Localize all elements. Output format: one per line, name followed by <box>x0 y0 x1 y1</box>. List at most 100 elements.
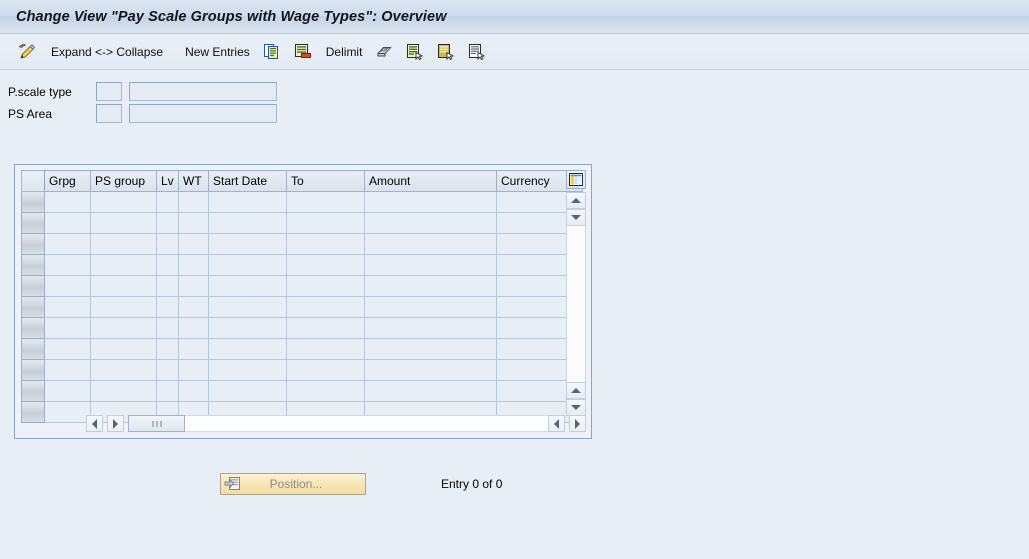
table-cell[interactable] <box>156 212 179 234</box>
table-row[interactable] <box>21 254 583 276</box>
table-cell[interactable] <box>208 338 287 360</box>
table-cell[interactable] <box>156 254 179 276</box>
scroll-left-button-right-group[interactable] <box>548 415 565 432</box>
select-all-header[interactable] <box>21 170 45 192</box>
table-cell[interactable] <box>178 191 209 213</box>
table-row[interactable] <box>21 275 583 297</box>
table-cell[interactable] <box>44 191 91 213</box>
table-cell[interactable] <box>178 317 209 339</box>
table-row[interactable] <box>21 359 583 381</box>
table-cell[interactable] <box>208 359 287 381</box>
scroll-down-button[interactable] <box>566 399 586 416</box>
table-cell[interactable] <box>364 191 497 213</box>
table-cell[interactable] <box>364 212 497 234</box>
table-cell[interactable] <box>208 191 287 213</box>
table-cell[interactable] <box>156 275 179 297</box>
table-cell[interactable] <box>286 275 365 297</box>
new-entries-button[interactable]: New Entries <box>181 39 254 65</box>
row-selector[interactable] <box>21 233 45 255</box>
table-cell[interactable] <box>90 359 157 381</box>
scroll-up-button[interactable] <box>566 192 586 209</box>
table-cell[interactable] <box>44 296 91 318</box>
delimit-button[interactable]: Delimit <box>322 39 367 65</box>
table-cell[interactable] <box>90 317 157 339</box>
table-cell[interactable] <box>286 338 365 360</box>
table-cell[interactable] <box>44 338 91 360</box>
scroll-right-button-left-group[interactable] <box>107 415 124 432</box>
table-row[interactable] <box>21 380 583 402</box>
table-cell[interactable] <box>286 317 365 339</box>
table-cell[interactable] <box>156 317 179 339</box>
table-cell[interactable] <box>178 359 209 381</box>
table-cell[interactable] <box>364 254 497 276</box>
table-cell[interactable] <box>156 233 179 255</box>
table-cell[interactable] <box>90 380 157 402</box>
table-row[interactable] <box>21 317 583 339</box>
column-header-to[interactable]: To <box>286 170 365 192</box>
scroll-left-button[interactable] <box>86 415 103 432</box>
column-header-amount[interactable]: Amount <box>364 170 497 192</box>
table-cell[interactable] <box>90 191 157 213</box>
table-cell[interactable] <box>208 296 287 318</box>
table-row[interactable] <box>21 338 583 360</box>
table-cell[interactable] <box>90 233 157 255</box>
table-cell[interactable] <box>178 212 209 234</box>
horizontal-scrollbar[interactable] <box>86 415 586 432</box>
scroll-page-down-button-top[interactable] <box>566 209 586 226</box>
row-selector[interactable] <box>21 296 45 318</box>
table-cell[interactable] <box>178 380 209 402</box>
table-cell[interactable] <box>90 296 157 318</box>
table-cell[interactable] <box>44 401 91 423</box>
table-cell[interactable] <box>208 380 287 402</box>
row-selector[interactable] <box>21 191 45 213</box>
row-selector[interactable] <box>21 317 45 339</box>
table-cell[interactable] <box>364 338 497 360</box>
column-header-start-date[interactable]: Start Date <box>208 170 287 192</box>
table-cell[interactable] <box>156 380 179 402</box>
horizontal-scroll-track[interactable] <box>185 415 548 432</box>
table-cell[interactable] <box>364 380 497 402</box>
table-cell[interactable] <box>44 380 91 402</box>
table-row[interactable] <box>21 233 583 255</box>
table-cell[interactable] <box>286 233 365 255</box>
pay-scale-type-key-input[interactable] <box>96 82 122 101</box>
table-cell[interactable] <box>208 275 287 297</box>
table-cell[interactable] <box>208 212 287 234</box>
table-row[interactable] <box>21 212 583 234</box>
table-cell[interactable] <box>364 317 497 339</box>
column-header-ps-group[interactable]: PS group <box>90 170 157 192</box>
table-cell[interactable] <box>208 317 287 339</box>
table-cell[interactable] <box>286 191 365 213</box>
row-selector[interactable] <box>21 359 45 381</box>
table-cell[interactable] <box>286 254 365 276</box>
table-cell[interactable] <box>208 233 287 255</box>
table-cell[interactable] <box>156 359 179 381</box>
column-header-lv[interactable]: Lv <box>156 170 179 192</box>
scroll-page-up-button-bottom[interactable] <box>566 382 586 399</box>
table-cell[interactable] <box>364 275 497 297</box>
row-selector[interactable] <box>21 254 45 276</box>
table-cell[interactable] <box>44 275 91 297</box>
row-selector[interactable] <box>21 212 45 234</box>
table-cell[interactable] <box>286 359 365 381</box>
row-selector[interactable] <box>21 401 45 423</box>
table-row[interactable] <box>21 191 583 213</box>
table-row[interactable] <box>21 296 583 318</box>
pay-scale-type-text-input[interactable] <box>129 82 277 101</box>
column-header-wt[interactable]: WT <box>178 170 209 192</box>
details-button[interactable] <box>465 39 490 65</box>
table-cell[interactable] <box>364 296 497 318</box>
table-cell[interactable] <box>90 254 157 276</box>
table-cell[interactable] <box>178 254 209 276</box>
table-cell[interactable] <box>90 338 157 360</box>
table-cell[interactable] <box>156 338 179 360</box>
copy-button[interactable] <box>260 39 285 65</box>
table-cell[interactable] <box>178 275 209 297</box>
table-cell[interactable] <box>286 296 365 318</box>
edit-button[interactable] <box>14 39 41 65</box>
table-cell[interactable] <box>44 359 91 381</box>
table-cell[interactable] <box>44 212 91 234</box>
row-selector[interactable] <box>21 275 45 297</box>
table-cell[interactable] <box>44 317 91 339</box>
vertical-scroll-track[interactable] <box>566 226 586 382</box>
